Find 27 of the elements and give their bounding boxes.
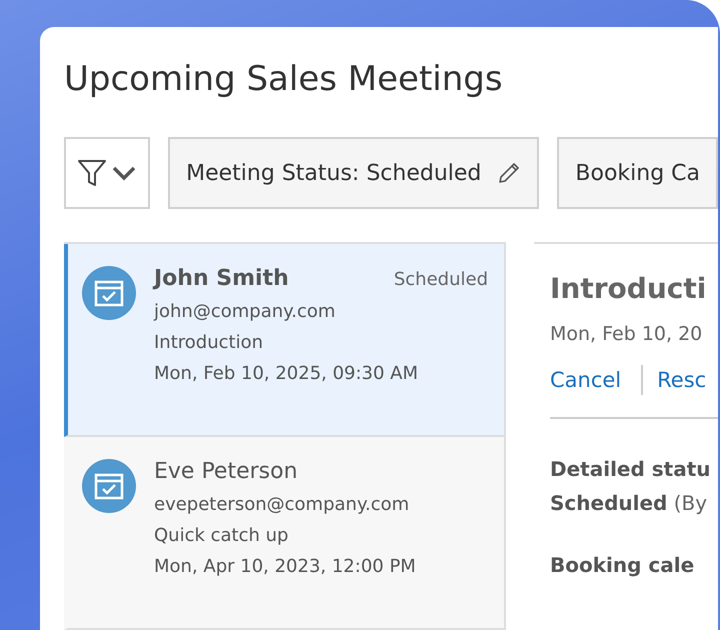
- field-label: Detailed statu: [550, 457, 711, 481]
- chevron-down-icon: [111, 165, 138, 181]
- page-title: Upcoming Sales Meetings: [64, 58, 503, 101]
- calendar-check-icon: [82, 459, 136, 513]
- contact-email: evepeterson@company.com: [154, 494, 410, 515]
- meeting-topic: Introduction: [154, 332, 264, 353]
- meeting-list-item[interactable]: Eve Peterson evepeterson@company.com Quick catch up Mon, Apr 10, 2023, 12:00 PM: [64, 437, 504, 630]
- meeting-datetime: Mon, Feb 10, 2025, 09:30 AM: [154, 363, 420, 384]
- filter-chip[interactable]: Booking Ca: [557, 137, 718, 209]
- action-link[interactable]: Resc: [657, 368, 706, 392]
- filter-chip[interactable]: Meeting Status: Scheduled: [168, 137, 540, 209]
- detail-title: Introducti: [550, 272, 708, 305]
- field-label: Booking cale: [550, 553, 694, 577]
- calendar-check-icon: [82, 266, 136, 320]
- pencil-icon: [497, 161, 522, 185]
- action-link[interactable]: Cancel: [550, 368, 622, 392]
- meeting-status: Scheduled: [394, 269, 488, 290]
- filter-button[interactable]: [64, 137, 150, 209]
- meeting-topic: Quick catch up: [154, 525, 290, 546]
- meeting-datetime: Mon, Apr 10, 2023, 12:00 PM: [154, 556, 417, 577]
- contact-name: John Smith: [154, 266, 289, 291]
- detail-datetime: Mon, Feb 10, 20: [550, 323, 702, 345]
- contact-email: john@company.com: [154, 301, 336, 322]
- field-value: Scheduled (By: [550, 491, 708, 515]
- meeting-list-item[interactable]: John Smith Scheduled john@company.com Introduction Mon, Feb 10, 2025, 09:30 AM: [64, 244, 504, 437]
- filter-icon: [77, 158, 108, 188]
- contact-name: Eve Peterson: [154, 459, 298, 484]
